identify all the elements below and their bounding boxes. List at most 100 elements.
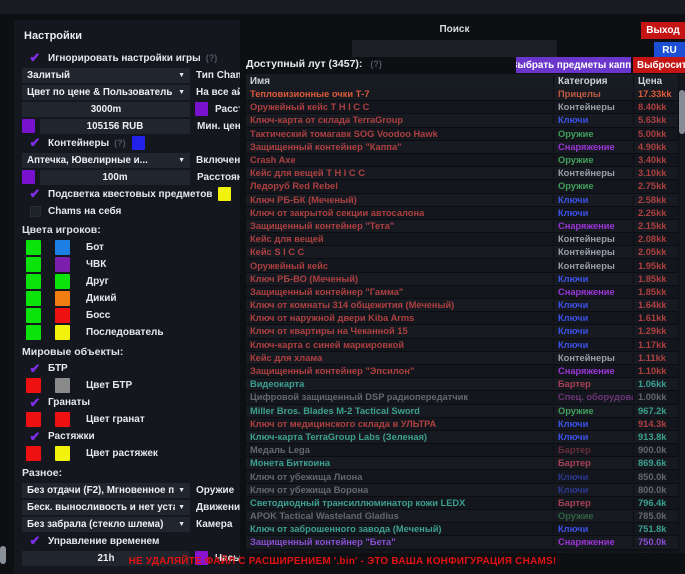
color-swatch[interactable]	[55, 412, 70, 427]
dropdown-select[interactable]: Без отдачи (F2), Мгновенное п▼	[22, 483, 190, 498]
table-row[interactable]: Ключ от комнаты 314 общежития (Меченый)К…	[246, 299, 678, 312]
select-kappa-items-button[interactable]: Выбрать предметы каппа	[516, 57, 631, 73]
checkbox[interactable]: ✔	[28, 52, 42, 65]
color-swatch[interactable]	[26, 257, 41, 272]
table-row[interactable]: Ледоруб Red RebelОружие2.75kk	[246, 180, 678, 193]
table-row[interactable]: Тактический томагавк SOG Voodoo HawkОруж…	[246, 128, 678, 141]
table-row[interactable]: ВидеокартаБартер1.06kk	[246, 378, 678, 391]
checkbox[interactable]: ✔	[28, 362, 42, 375]
color-swatch[interactable]	[218, 187, 231, 201]
search-input[interactable]	[352, 40, 557, 57]
table-row[interactable]: Ключ от заброшенного завода (Меченый)Клю…	[246, 523, 678, 536]
exit-button[interactable]: Выход	[641, 22, 685, 39]
table-row[interactable]: Ключ от наружной двери Kiba ArmsКлючи1.6…	[246, 312, 678, 325]
color-row-label: Цвет гранат	[86, 414, 145, 425]
table-row[interactable]: Ключ-карта TerraGroup Labs (Красная)Ключ…	[246, 550, 678, 553]
drop-all-button[interactable]: Выбросить все	[633, 57, 685, 73]
color-swatch[interactable]	[55, 446, 70, 461]
checkbox[interactable]: ✔	[28, 396, 42, 409]
color-swatch[interactable]	[55, 378, 70, 393]
color-swatch[interactable]	[55, 240, 70, 255]
color-swatch[interactable]	[22, 170, 35, 184]
color-swatch[interactable]	[26, 412, 41, 427]
table-row[interactable]: Ключ РБ-ВО (Меченый)Ключи1.85kk	[246, 273, 678, 286]
color-swatch[interactable]	[195, 102, 208, 116]
item-name-cell: Miller Bros. Blades M-2 Tactical Sword	[246, 406, 553, 416]
table-row[interactable]: Защищенный контейнер "Каппа"Снаряжение4.…	[246, 141, 678, 154]
table-row[interactable]: Цифровой защищенный DSP радиопередатчикС…	[246, 391, 678, 404]
color-swatch[interactable]	[55, 325, 70, 340]
table-row[interactable]: Медаль LegaБартер900.0k	[246, 444, 678, 457]
checkbox[interactable]: ✔	[28, 430, 42, 443]
language-button[interactable]: RU	[654, 42, 685, 58]
table-row[interactable]: Защищенный контейнер "Гамма"Снаряжение1.…	[246, 286, 678, 299]
item-price-cell: 17.33kk	[633, 89, 678, 99]
color-swatch[interactable]	[26, 308, 41, 323]
color-swatch[interactable]	[55, 257, 70, 272]
table-scrollbar-track[interactable]	[679, 74, 685, 553]
color-swatch[interactable]	[26, 378, 41, 393]
color-swatch[interactable]	[26, 291, 41, 306]
table-row[interactable]: Кейс S I C CКонтейнеры2.05kk	[246, 246, 678, 259]
table-row[interactable]: Ключ-карта TerraGroup Labs (Зеленая)Ключ…	[246, 431, 678, 444]
dropdown-select[interactable]: Залитый▼	[22, 68, 190, 83]
item-name-cell: Кейс для вещей	[246, 234, 553, 244]
table-row[interactable]: Светодиодный трансиллюминатор кожи LEDXБ…	[246, 497, 678, 510]
checkbox-label: Контейнеры	[48, 138, 109, 149]
dropdown-select[interactable]: Аптечка, Ювелирные и...▼	[22, 153, 190, 168]
table-row[interactable]: Защищенный контейнер "Эпсилон"Снаряжение…	[246, 365, 678, 378]
table-row[interactable]: Ключ от квартиры на Чеканной 15Ключи1.29…	[246, 325, 678, 338]
item-name-cell: Ключ от медицинского склада в УЛЬТРА	[246, 419, 553, 429]
table-row[interactable]: Защищенный контейнер "Тета"Снаряжение2.1…	[246, 220, 678, 233]
item-price-cell: 913.8k	[633, 432, 678, 442]
color-swatch[interactable]	[26, 325, 41, 340]
color-swatch[interactable]	[22, 119, 35, 133]
color-swatch[interactable]	[55, 291, 70, 306]
checkbox[interactable]: ✔	[28, 137, 42, 150]
item-price-cell: 785.0k	[633, 511, 678, 521]
item-price-cell: 914.3k	[633, 419, 678, 429]
table-row[interactable]: Тепловизионные очки Т-7Прицелы17.33kk	[246, 88, 678, 101]
item-price-cell: 3.40kk	[633, 155, 678, 165]
checkbox[interactable]: ✔	[28, 188, 42, 201]
item-category-cell: Ключи	[553, 195, 633, 205]
color-swatch[interactable]	[132, 136, 145, 150]
loot-help-icon: (?)	[370, 59, 382, 69]
color-row-label: Последователь	[86, 327, 164, 338]
table-row[interactable]: APOK Tactical Wasteland GladiusОружие785…	[246, 510, 678, 523]
table-row[interactable]: Ключ от закрытой секции автосалонаКлючи2…	[246, 207, 678, 220]
color-swatch[interactable]	[55, 308, 70, 323]
table-row[interactable]: Miller Bros. Blades M-2 Tactical SwordОр…	[246, 405, 678, 418]
item-price-cell: 1.85kk	[633, 287, 678, 297]
color-swatch[interactable]	[26, 274, 41, 289]
table-row[interactable]: Кейс для хламаКонтейнеры1.11kk	[246, 352, 678, 365]
table-row[interactable]: Ключ-карта с синей маркировкойКлючи1.17k…	[246, 339, 678, 352]
table-row[interactable]: Оружейный кейс T H I C CКонтейнеры8.40kk	[246, 101, 678, 114]
checkbox[interactable]	[28, 205, 42, 218]
dropdown-select[interactable]: Цвет по цене & Пользователь▼	[22, 85, 190, 100]
table-row[interactable]: Кейс для вещей T H I C CКонтейнеры3.10kk	[246, 167, 678, 180]
dropdown-select[interactable]: Беск. выносливость и нет уста▼	[22, 500, 190, 515]
table-row[interactable]: Кейс для вещейКонтейнеры2.08kk	[246, 233, 678, 246]
item-price-cell: 1.29kk	[633, 326, 678, 336]
color-swatch[interactable]	[55, 274, 70, 289]
table-row[interactable]: Ключ-карта от склада TerraGroupКлючи5.63…	[246, 114, 678, 127]
text-input[interactable]: 3000m	[22, 102, 190, 117]
table-row[interactable]: Защищенный контейнер "Бета"Снаряжение750…	[246, 536, 678, 549]
checkbox[interactable]: ✔	[28, 535, 42, 548]
text-input[interactable]: 105156 RUB	[40, 119, 190, 134]
table-row[interactable]: Ключ от медицинского склада в УЛЬТРАКлюч…	[246, 418, 678, 431]
table-scrollbar-thumb[interactable]	[679, 90, 685, 134]
table-row[interactable]: Монета БиткоинаБартер869.6k	[246, 457, 678, 470]
table-row[interactable]: Оружейный кейсКонтейнеры1.95kk	[246, 259, 678, 272]
table-row[interactable]: Ключ от убежища ЛионаКлючи850.0k	[246, 470, 678, 483]
table-row[interactable]: Crash AxeОружие3.40kk	[246, 154, 678, 167]
item-category-cell: Бартер	[553, 379, 633, 389]
table-row[interactable]: Ключ РБ-БК (Меченый)Ключи2.58kk	[246, 194, 678, 207]
table-row[interactable]: Ключ от убежища ВоронаКлючи800.0k	[246, 484, 678, 497]
text-input[interactable]: 100m	[40, 170, 190, 185]
color-swatch[interactable]	[26, 240, 41, 255]
item-name-cell: Тепловизионные очки Т-7	[246, 89, 553, 99]
color-swatch[interactable]	[26, 446, 41, 461]
dropdown-select[interactable]: Без забрала (стекло шлема)▼	[22, 517, 190, 532]
